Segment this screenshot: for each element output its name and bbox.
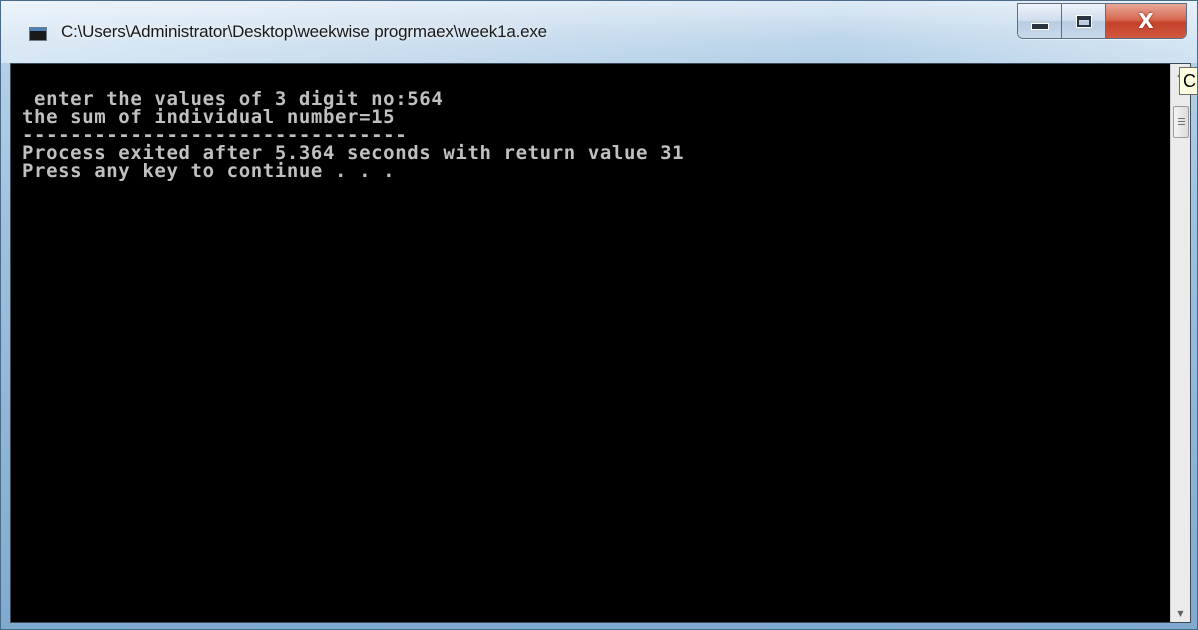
console-window: C:\Users\Administrator\Desktop\weekwise … (0, 0, 1198, 630)
minimize-button[interactable] (1018, 4, 1062, 38)
vertical-scrollbar[interactable]: ▲ ▼ (1170, 64, 1190, 622)
title-bar[interactable]: C:\Users\Administrator\Desktop\weekwise … (1, 1, 1197, 63)
scroll-thumb[interactable] (1173, 106, 1189, 138)
console-app-icon[interactable] (29, 27, 47, 41)
console-line-continue: Press any key to continue . . . (22, 160, 396, 182)
maximize-button[interactable] (1062, 4, 1106, 38)
window-title: C:\Users\Administrator\Desktop\weekwise … (61, 22, 547, 41)
grip-icon (1177, 118, 1185, 126)
scroll-down-button[interactable]: ▼ (1171, 604, 1190, 622)
close-icon: X (1138, 9, 1154, 33)
close-button[interactable]: X (1106, 4, 1186, 38)
minimize-icon (1030, 22, 1049, 30)
maximize-icon (1075, 14, 1092, 28)
console-client-area[interactable]: enter the values of 3 digit no:564 the s… (10, 63, 1191, 623)
console-output: enter the values of 3 digit no:564 the s… (11, 64, 1171, 622)
arrow-down-icon: ▼ (1177, 608, 1184, 618)
caption-buttons: X (1017, 3, 1187, 39)
partial-tooltip: C (1179, 67, 1197, 95)
